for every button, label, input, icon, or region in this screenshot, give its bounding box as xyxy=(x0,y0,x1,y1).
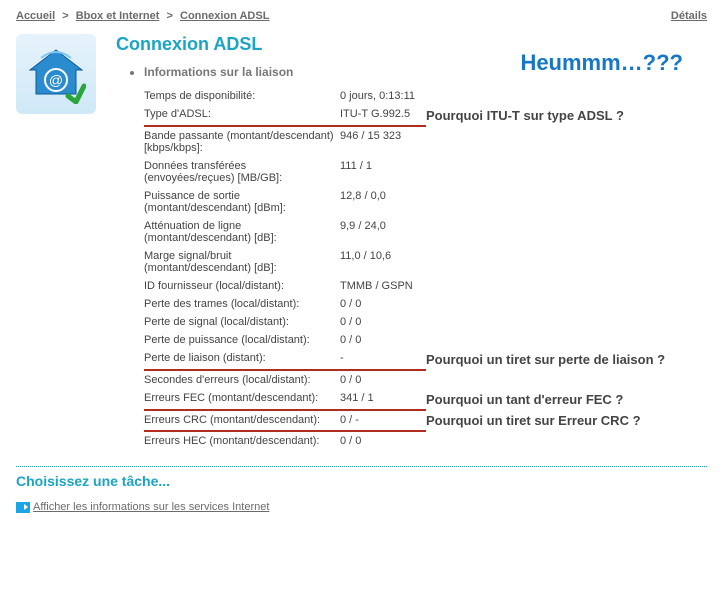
info-value: 0 jours, 0:13:11 xyxy=(340,87,426,105)
info-value: 0 / 0 xyxy=(340,370,426,389)
breadcrumb-adsl[interactable]: Connexion ADSL xyxy=(180,10,269,22)
info-row: Atténuation de ligne (montant/descendant… xyxy=(144,217,671,247)
info-label: Perte des trames (local/distant): xyxy=(144,295,340,313)
annotation xyxy=(426,247,671,277)
info-label: Type d'ADSL: xyxy=(144,105,340,126)
info-label: Bande passante (montant/descendant) [kbp… xyxy=(144,126,340,157)
info-label: Erreurs CRC (montant/descendant): xyxy=(144,410,340,431)
info-row: Données transférées (envoyées/reçues) [M… xyxy=(144,157,671,187)
info-value: - xyxy=(340,349,426,370)
info-label: Temps de disponibilité: xyxy=(144,87,340,105)
arrow-icon xyxy=(16,502,30,513)
breadcrumb-sep: > xyxy=(62,10,68,22)
info-row: Bande passante (montant/descendant) [kbp… xyxy=(144,126,671,157)
content: @ Connexion ADSL Informations sur la lia… xyxy=(16,34,707,450)
info-label: Secondes d'erreurs (local/distant): xyxy=(144,370,340,389)
main: Connexion ADSL Informations sur la liais… xyxy=(116,34,707,450)
info-row: Type d'ADSL:ITU-T G.992.5Pourquoi ITU-T … xyxy=(144,105,671,126)
info-label: Perte de puissance (local/distant): xyxy=(144,331,340,349)
annotation xyxy=(426,277,671,295)
info-value: 0 / 0 xyxy=(340,331,426,349)
info-value: 946 / 15 323 xyxy=(340,126,426,157)
info-value: 9,9 / 24,0 xyxy=(340,217,426,247)
details-link[interactable]: Détails xyxy=(671,10,707,22)
breadcrumb-home[interactable]: Accueil xyxy=(16,10,55,22)
breadcrumb-sep: > xyxy=(167,10,173,22)
info-value: ITU-T G.992.5 xyxy=(340,105,426,126)
info-row: ID fournisseur (local/distant):TMMB / GS… xyxy=(144,277,671,295)
info-value: 0 / 0 xyxy=(340,313,426,331)
info-value: 12,8 / 0,0 xyxy=(340,187,426,217)
info-row: Perte de puissance (local/distant):0 / 0 xyxy=(144,331,671,349)
info-row: Temps de disponibilité:0 jours, 0:13:11 xyxy=(144,87,671,105)
annotation xyxy=(426,295,671,313)
svg-text:@: @ xyxy=(49,72,63,88)
task-link-row: Afficher les informations sur les servic… xyxy=(16,501,707,513)
info-table: Temps de disponibilité:0 jours, 0:13:11T… xyxy=(144,87,671,450)
info-label: Erreurs HEC (montant/descendant): xyxy=(144,431,340,450)
info-row: Erreurs HEC (montant/descendant):0 / 0 xyxy=(144,431,671,450)
info-value: 341 / 1 xyxy=(340,389,426,410)
annotation xyxy=(426,217,671,247)
info-row: Perte de liaison (distant):-Pourquoi un … xyxy=(144,349,671,370)
info-row: Marge signal/bruit (montant/descendant) … xyxy=(144,247,671,277)
info-label: Atténuation de ligne (montant/descendant… xyxy=(144,217,340,247)
annotation xyxy=(426,431,671,450)
annotation xyxy=(426,331,671,349)
info-value: 11,0 / 10,6 xyxy=(340,247,426,277)
breadcrumb-bbox[interactable]: Bbox et Internet xyxy=(76,10,160,22)
info-label: Marge signal/bruit (montant/descendant) … xyxy=(144,247,340,277)
house-at-icon: @ xyxy=(16,34,96,114)
info-row: Perte des trames (local/distant):0 / 0 xyxy=(144,295,671,313)
info-label: Données transférées (envoyées/reçues) [M… xyxy=(144,157,340,187)
info-row: Secondes d'erreurs (local/distant):0 / 0 xyxy=(144,370,671,389)
info-label: Perte de liaison (distant): xyxy=(144,349,340,370)
info-label: Perte de signal (local/distant): xyxy=(144,313,340,331)
info-label: Puissance de sortie (montant/descendant)… xyxy=(144,187,340,217)
info-row: Perte de signal (local/distant):0 / 0 xyxy=(144,313,671,331)
info-row: Erreurs CRC (montant/descendant):0 / -Po… xyxy=(144,410,671,431)
annotation xyxy=(426,370,671,389)
annotation: Pourquoi un tiret sur perte de liaison ? xyxy=(426,349,671,370)
annotation: Pourquoi ITU-T sur type ADSL ? xyxy=(426,105,671,126)
annotation xyxy=(426,157,671,187)
info-label: Erreurs FEC (montant/descendant): xyxy=(144,389,340,410)
info-value: 0 / 0 xyxy=(340,431,426,450)
info-value: TMMB / GSPN xyxy=(340,277,426,295)
annotation: Pourquoi un tiret sur Erreur CRC ? xyxy=(426,410,671,431)
page-icon-box: @ xyxy=(16,34,96,450)
annotation xyxy=(426,313,671,331)
task-title: Choisissez une tâche... xyxy=(16,473,707,489)
info-row: Erreurs FEC (montant/descendant):341 / 1… xyxy=(144,389,671,410)
annotation: Pourquoi un tant d'erreur FEC ? xyxy=(426,389,671,410)
info-row: Puissance de sortie (montant/descendant)… xyxy=(144,187,671,217)
divider xyxy=(16,466,707,467)
info-label: ID fournisseur (local/distant): xyxy=(144,277,340,295)
breadcrumb: Accueil > Bbox et Internet > Connexion A… xyxy=(16,10,269,22)
annotation-heummm: Heummm…??? xyxy=(520,50,683,76)
services-internet-link[interactable]: Afficher les informations sur les servic… xyxy=(33,501,269,513)
annotation xyxy=(426,126,671,157)
info-value: 111 / 1 xyxy=(340,157,426,187)
info-value: 0 / - xyxy=(340,410,426,431)
annotation xyxy=(426,187,671,217)
annotation xyxy=(426,87,671,105)
info-value: 0 / 0 xyxy=(340,295,426,313)
top-bar: Accueil > Bbox et Internet > Connexion A… xyxy=(16,10,707,22)
